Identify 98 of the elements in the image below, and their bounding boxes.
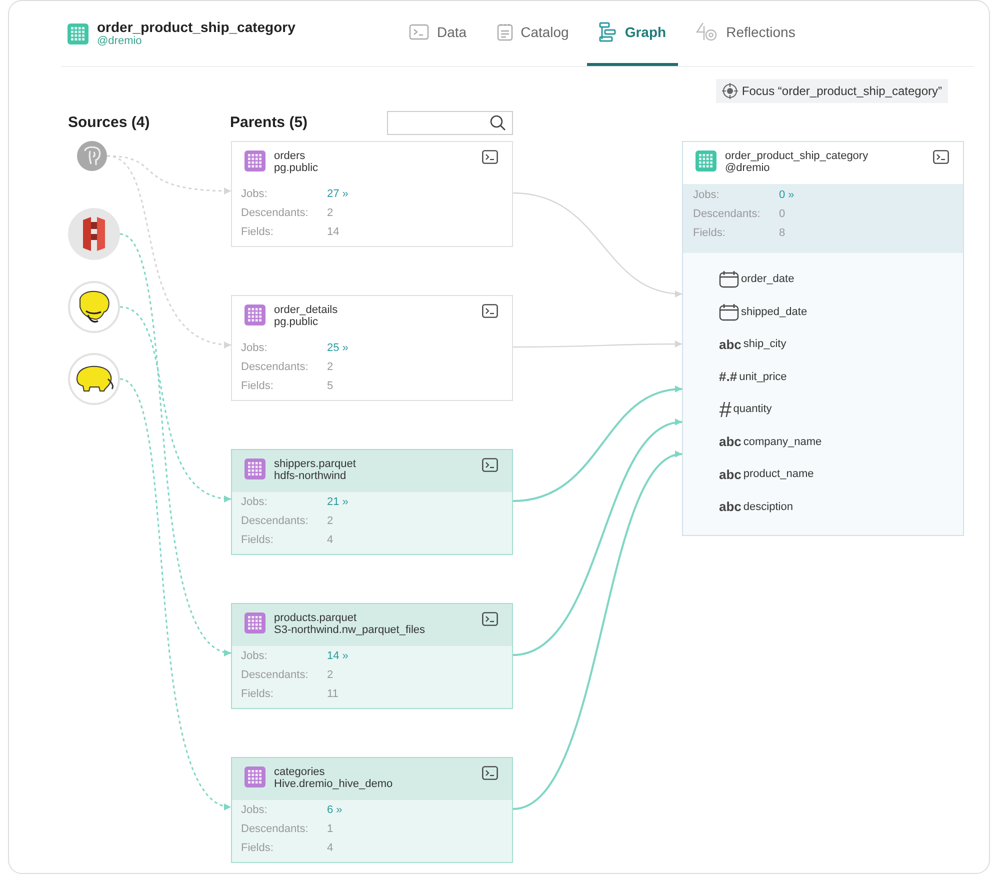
- dataset-node[interactable]: order_details pg.public Jobs: 25 » Descendants: 2 Fields: 5: [231, 295, 513, 401]
- jobs-link[interactable]: 21 »: [327, 493, 348, 512]
- dataset-node[interactable]: products.parquet S3-northwind.nw_parquet_files Jobs: 14 » Descendants: 2 Fields: 11: [231, 603, 513, 709]
- search-field[interactable]: [387, 111, 513, 135]
- stat-value: 1: [327, 822, 334, 837]
- node-path: pg.public: [274, 162, 318, 174]
- calendar-icon: [719, 302, 739, 321]
- stat-value: 4: [327, 841, 334, 856]
- stat-value: 4: [327, 533, 334, 548]
- stat-value: 5: [327, 379, 334, 394]
- type-label: #: [719, 396, 732, 424]
- node-path: Hive.dremio_hive_demo: [274, 778, 393, 790]
- stat-value: 8: [779, 226, 786, 241]
- column-name: ship_city: [743, 337, 786, 352]
- node-name: shippers.parquet: [274, 458, 356, 470]
- stat-value: 14: [327, 225, 340, 240]
- terminal-icon[interactable]: [482, 766, 498, 780]
- column-name: company_name: [743, 434, 822, 450]
- type-label: abc: [719, 336, 742, 354]
- jobs-link[interactable]: 25 »: [327, 339, 348, 358]
- terminal-icon: [409, 24, 429, 40]
- dataset-icon: [244, 766, 266, 788]
- dataset-title: order_product_ship_category: [97, 19, 296, 35]
- dataset-node[interactable]: orders pg.public Jobs: 27 » Descendants: 2 Fields: 14: [231, 141, 513, 247]
- stat-label: Fields:: [241, 533, 274, 548]
- stat-value: 0: [779, 207, 786, 222]
- dataset-icon: [244, 150, 266, 172]
- document-icon: [496, 23, 513, 41]
- calendar-icon: [719, 270, 739, 288]
- stat-label: Fields:: [693, 226, 726, 241]
- node-name: categories: [274, 766, 326, 778]
- stat-label: Descendants:: [241, 514, 310, 529]
- stat-label: Jobs:: [241, 187, 268, 202]
- tab[interactable]: Data: [397, 1, 479, 66]
- type-label: abc: [719, 433, 742, 451]
- column-name: shipped_date: [741, 304, 808, 320]
- reflections-icon: [696, 22, 718, 42]
- stat-label: Fields:: [241, 687, 274, 702]
- tab[interactable]: Reflections: [684, 1, 808, 66]
- dataset-node[interactable]: categories Hive.dremio_hive_demo Jobs: 6 » Descendants: 1 Fields: 4: [231, 757, 513, 863]
- node-name: order_details: [274, 304, 338, 316]
- column-name: unit_price: [739, 370, 787, 384]
- node-name: orders: [274, 150, 306, 162]
- jobs-link[interactable]: 14 »: [327, 647, 348, 666]
- stat-label: Descendants:: [241, 360, 310, 375]
- dataset-node[interactable]: shippers.parquet hdfs-northwind Jobs: 21 » Descendants: 2 Fields: 4: [231, 449, 513, 555]
- node-path: @dremio: [725, 162, 771, 174]
- node-name: products.parquet: [274, 612, 358, 624]
- stat-value: 2: [327, 360, 334, 375]
- dataset-icon: [67, 22, 89, 44]
- stat-label: Fields:: [241, 379, 274, 394]
- stat-value: 2: [327, 514, 334, 529]
- stat-label: Jobs:: [241, 341, 268, 356]
- sources-heading: Sources (4): [68, 112, 151, 133]
- stat-label: Jobs:: [693, 188, 720, 203]
- node-path: pg.public: [274, 316, 320, 328]
- parents-heading: Parents (5): [230, 112, 309, 133]
- crosshair-icon: [722, 83, 738, 99]
- jobs-link[interactable]: 27 »: [327, 185, 348, 204]
- dataset-space: @dremio: [97, 35, 143, 48]
- stat-label: Descendants:: [241, 822, 310, 837]
- type-label: #.#: [719, 368, 738, 386]
- dataset-icon: [244, 612, 266, 634]
- stat-label: Jobs:: [241, 649, 268, 664]
- column-name: quantity: [733, 402, 772, 417]
- column-name: product_name: [743, 467, 814, 482]
- stat-label: Descendants:: [693, 207, 762, 222]
- terminal-icon[interactable]: [933, 150, 949, 164]
- stat-label: Fields:: [241, 225, 274, 240]
- stat-value: 2: [327, 206, 334, 221]
- column-name: desciption: [743, 500, 793, 514]
- dataset-icon: [244, 304, 266, 326]
- stat-label: Fields:: [241, 841, 274, 856]
- type-label: abc: [719, 466, 742, 484]
- stat-label: Jobs:: [241, 495, 268, 510]
- graph-icon: [598, 22, 617, 42]
- type-label: abc: [719, 498, 742, 516]
- node-path: hdfs-northwind: [274, 470, 348, 482]
- dataset-icon: [244, 458, 266, 480]
- stat-label: Jobs:: [241, 803, 268, 818]
- stat-value: 2: [327, 668, 334, 683]
- tab[interactable]: Graph: [586, 1, 678, 66]
- node-path: S3-northwind.nw_parquet_files: [274, 624, 426, 636]
- search-icon: [490, 115, 506, 131]
- terminal-icon[interactable]: [482, 458, 498, 472]
- terminal-icon[interactable]: [482, 612, 498, 626]
- node-name: order_product_ship_category: [725, 150, 868, 162]
- terminal-icon[interactable]: [482, 150, 498, 164]
- jobs-link[interactable]: 0 »: [779, 186, 794, 205]
- jobs-link[interactable]: 6 »: [327, 801, 342, 820]
- stat-label: Descendants:: [241, 206, 310, 221]
- column-name: order_date: [741, 272, 794, 287]
- tab[interactable]: Catalog: [484, 1, 581, 66]
- stat-value: 11: [327, 687, 338, 702]
- dataset-icon: [695, 150, 717, 172]
- stat-label: Descendants:: [241, 668, 310, 683]
- focus-button[interactable]: Focus “order_product_ship_category”: [716, 79, 948, 103]
- terminal-icon[interactable]: [482, 304, 498, 318]
